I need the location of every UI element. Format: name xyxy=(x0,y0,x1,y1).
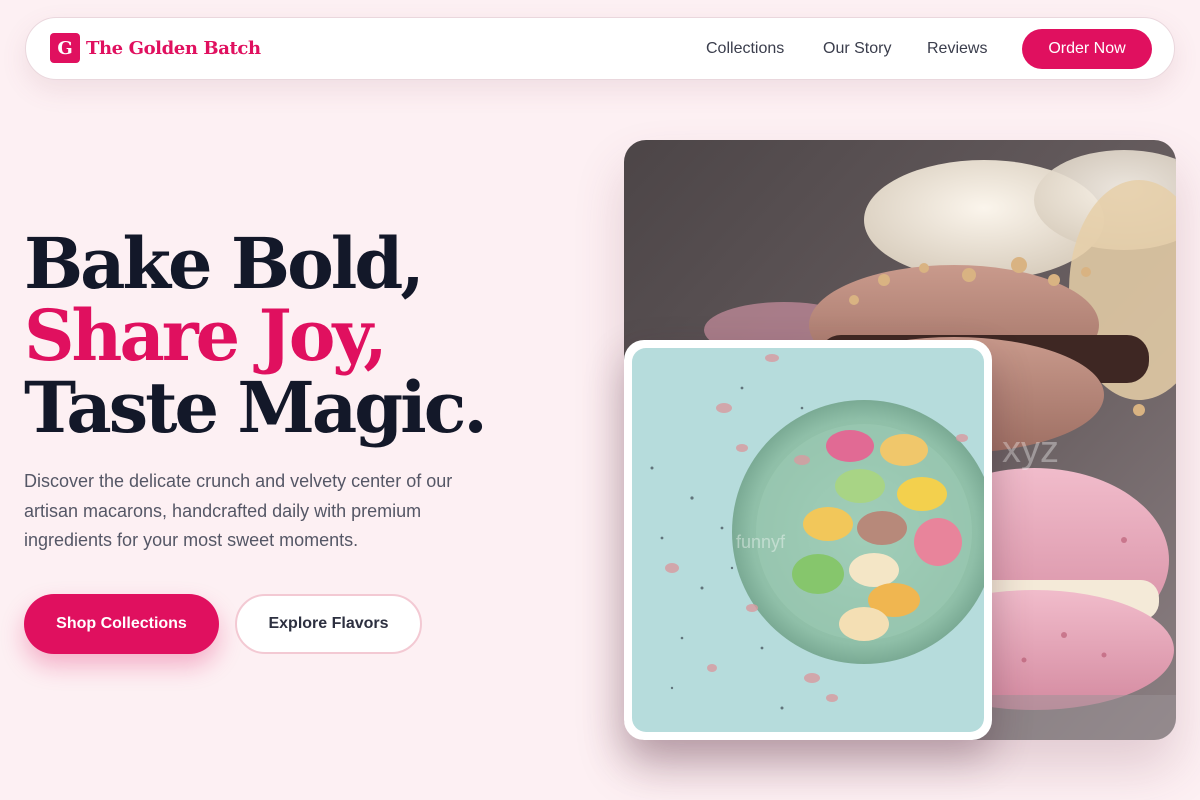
brand-logo[interactable]: G The Golden Batch xyxy=(50,33,261,63)
main-photo-watermark: xyz xyxy=(1002,429,1059,471)
hero-title-line-1: Bake Bold, xyxy=(24,222,425,305)
nav-link-our-story[interactable]: Our Story xyxy=(823,40,891,58)
hero-title-line-3: Taste Magic. xyxy=(24,366,488,449)
hero-description: Discover the delicate crunch and velvety… xyxy=(24,471,453,550)
order-now-button[interactable]: Order Now xyxy=(1022,29,1152,69)
macaron-plate-photo-card: funnyf xyxy=(624,340,992,740)
brand-name: The Golden Batch xyxy=(86,37,261,59)
nav-link-reviews[interactable]: Reviews xyxy=(927,40,987,58)
nav-link-collections[interactable]: Collections xyxy=(706,40,784,58)
hero-title-line-2: Share Joy, xyxy=(24,294,388,377)
explore-flavors-button[interactable]: Explore Flavors xyxy=(235,594,422,654)
hero-title: Bake Bold, Share Joy, Taste Magic. xyxy=(24,222,488,449)
macaron-plate-photo: funnyf xyxy=(632,348,984,732)
shop-collections-button[interactable]: Shop Collections xyxy=(24,594,219,654)
inset-photo-watermark: funnyf xyxy=(736,532,786,552)
letter-g-logo-icon: G xyxy=(50,33,80,63)
top-navbar: G The Golden Batch Collections Our Story… xyxy=(25,17,1175,80)
